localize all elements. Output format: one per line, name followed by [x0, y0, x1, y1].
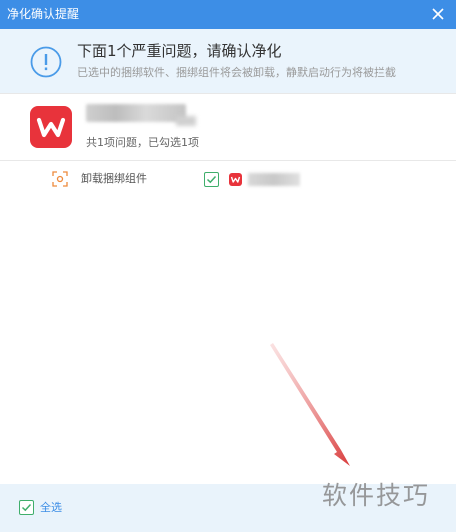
select-all-checkbox[interactable] [19, 500, 34, 515]
watermark-text: 软件技巧 [322, 481, 431, 510]
check-icon [21, 503, 32, 512]
red-arrow-annotation [270, 343, 350, 466]
select-all-label[interactable]: 全选 [40, 501, 62, 515]
